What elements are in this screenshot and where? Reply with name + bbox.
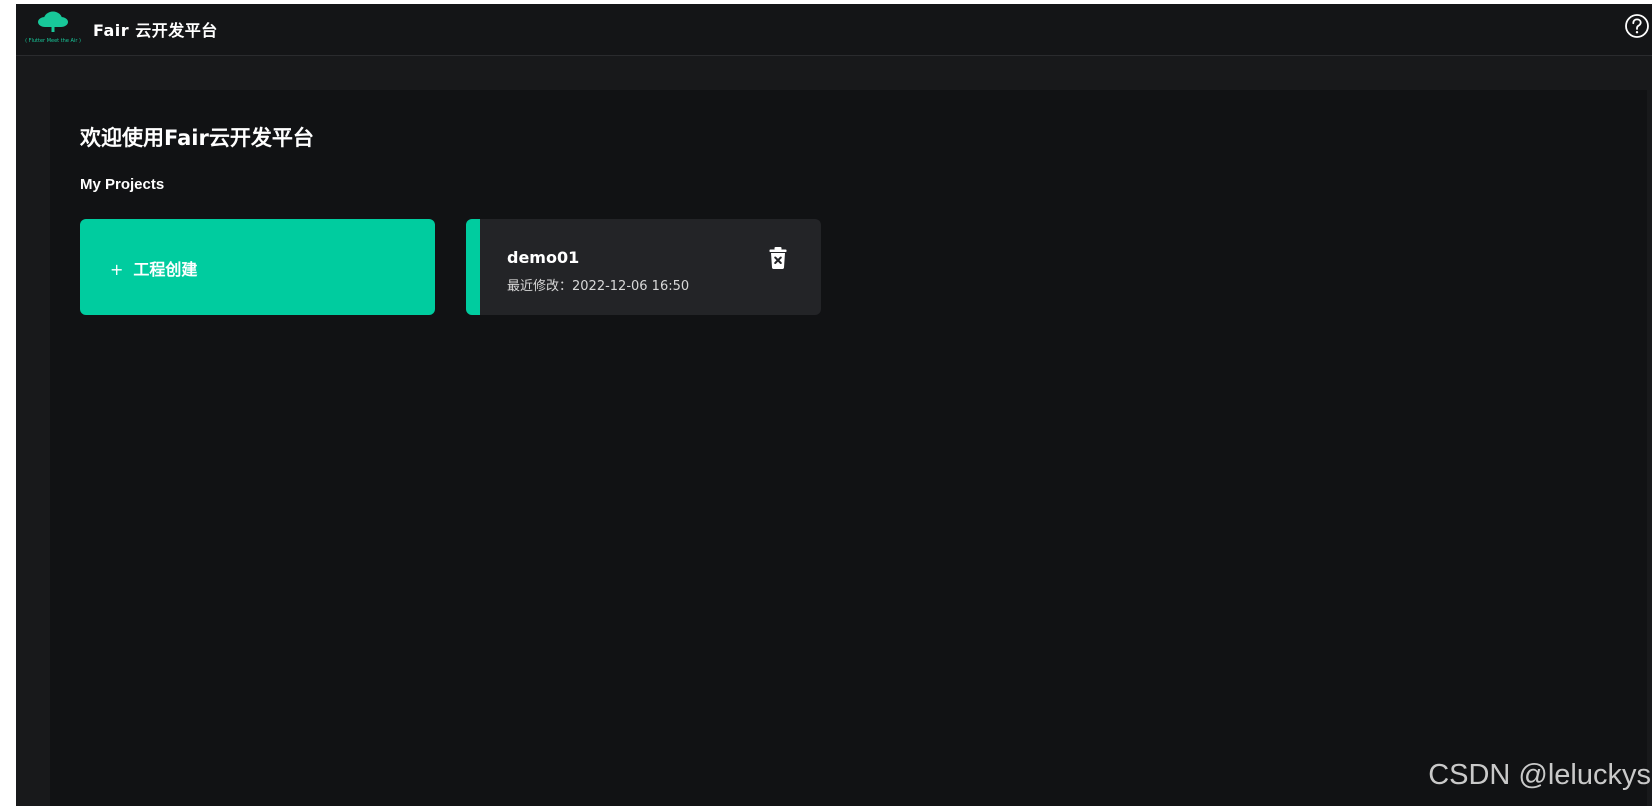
project-card-accent (466, 219, 480, 315)
main-panel: 欢迎使用Fair云开发平台 My Projects + 工程创建 demo01 最… (50, 90, 1647, 806)
logo[interactable]: ( Flutter Meet the Air ) (25, 10, 81, 44)
cloud-logo-icon (38, 11, 68, 32)
app-window: ( Flutter Meet the Air ) Fair 云开发平台 欢迎使用… (16, 4, 1652, 806)
welcome-heading: 欢迎使用Fair云开发平台 (80, 126, 314, 150)
create-project-button[interactable]: + 工程创建 (80, 219, 435, 315)
project-modified-time: 最近修改：2022-12-06 16:50 (507, 279, 690, 294)
question-circle-icon[interactable] (1624, 13, 1650, 39)
trash-icon[interactable] (768, 246, 788, 270)
project-card[interactable]: demo01 最近修改：2022-12-06 16:50 (466, 219, 821, 315)
create-project-text: 工程创建 (133, 260, 198, 279)
plus-icon: + (110, 260, 124, 279)
app-title: Fair 云开发平台 (93, 21, 218, 40)
watermark: CSDN @leluckys (1428, 759, 1651, 791)
my-projects-label: My Projects (80, 176, 165, 193)
project-name: demo01 (507, 248, 580, 267)
logo-tagline: ( Flutter Meet the Air ) (25, 38, 81, 44)
top-navbar: ( Flutter Meet the Air ) Fair 云开发平台 (16, 4, 1652, 56)
create-project-label: + 工程创建 (110, 256, 197, 280)
